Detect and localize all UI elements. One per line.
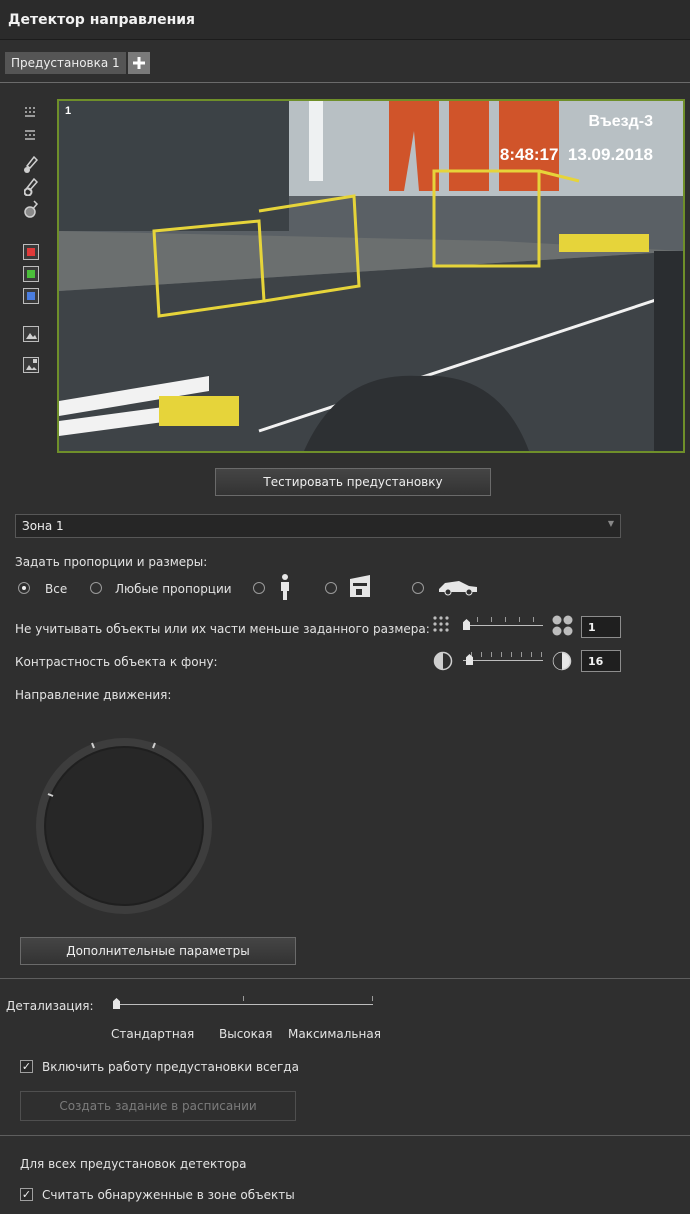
brush-icon[interactable]	[22, 156, 40, 174]
tab-preset-1[interactable]: Предустановка 1	[5, 52, 126, 74]
min-size-slider-thumb[interactable]	[463, 619, 470, 630]
detail-slider[interactable]	[113, 994, 373, 1014]
radio-person[interactable]	[253, 582, 265, 594]
radio-truck[interactable]	[325, 582, 337, 594]
plus-icon	[133, 57, 145, 69]
detail-level-max: Максимальная	[288, 1027, 381, 1041]
contrast-low-icon	[433, 651, 453, 671]
detail-level-high: Высокая	[219, 1027, 273, 1041]
zone-select[interactable]: Зона 1 ▼	[15, 514, 621, 538]
direction-label: Направление движения:	[15, 688, 172, 702]
section-divider-2	[0, 1135, 690, 1136]
camera-name: Въезд-3	[588, 113, 653, 130]
count-objects-label: Считать обнаруженные в зоне объекты	[42, 1188, 295, 1202]
person-icon	[281, 574, 289, 600]
test-preset-button[interactable]: Тестировать предустановку	[215, 468, 491, 496]
page-title: Детектор направления	[8, 12, 196, 28]
always-on-label: Включить работу предустановки всегда	[42, 1060, 299, 1074]
camera-timestamp: 8:48:17 13.09.2018	[499, 145, 653, 164]
brush-fill-icon[interactable]	[22, 200, 40, 218]
camera-number: 1	[65, 105, 72, 117]
create-schedule-button[interactable]: Создать задание в расписании	[20, 1091, 296, 1121]
small-dots-icon	[433, 616, 449, 632]
image-add-icon[interactable]	[22, 356, 40, 374]
min-size-slider[interactable]	[463, 615, 543, 635]
radio-any-proportions[interactable]	[90, 582, 102, 594]
direction-dial[interactable]	[35, 737, 213, 915]
image-tool-icon[interactable]	[22, 325, 40, 343]
camera-preview[interactable]: 1 Въезд-3 8:48:17 13.09.2018	[57, 99, 685, 453]
preset-tabs: Предустановка 1	[0, 41, 690, 83]
zone-select-value: Зона 1	[22, 519, 64, 533]
window-header: Детектор направления	[0, 0, 690, 40]
section-divider	[0, 978, 690, 979]
proportions-label: Задать пропорции и размеры:	[15, 555, 208, 569]
min-size-label: Не учитывать объекты или их части меньше…	[15, 622, 430, 636]
grid-dots-icon[interactable]	[22, 103, 40, 121]
green-square-icon[interactable]	[22, 265, 40, 283]
detail-label: Детализация:	[6, 999, 94, 1013]
contrast-slider[interactable]	[463, 650, 543, 670]
radio-all[interactable]	[18, 582, 30, 594]
detail-level-standard: Стандартная	[111, 1027, 195, 1041]
count-objects-checkbox[interactable]: ✓	[20, 1188, 33, 1201]
brush-erase-icon[interactable]	[22, 178, 40, 196]
all-presets-label: Для всех предустановок детектора	[20, 1157, 247, 1171]
add-preset-button[interactable]	[128, 52, 150, 74]
min-size-value[interactable]: 1	[581, 616, 621, 638]
red-square-icon[interactable]	[22, 243, 40, 261]
contrast-high-icon	[552, 651, 572, 671]
radio-car[interactable]	[412, 582, 424, 594]
grid-lines-icon[interactable]	[22, 126, 40, 144]
advanced-params-button[interactable]: Дополнительные параметры	[20, 937, 296, 965]
chevron-down-icon: ▼	[607, 519, 614, 528]
always-on-checkbox[interactable]: ✓	[20, 1060, 33, 1073]
detail-slider-thumb[interactable]	[113, 998, 120, 1009]
contrast-label: Контрастность объекта к фону:	[15, 655, 218, 669]
radio-all-label: Все	[45, 582, 68, 596]
truck-icon	[350, 575, 370, 597]
large-dots-icon	[552, 615, 573, 636]
car-icon	[439, 581, 477, 596]
radio-any-proportions-label: Любые пропорции	[115, 582, 232, 596]
contrast-value[interactable]: 16	[581, 650, 621, 672]
blue-square-icon[interactable]	[22, 287, 40, 305]
